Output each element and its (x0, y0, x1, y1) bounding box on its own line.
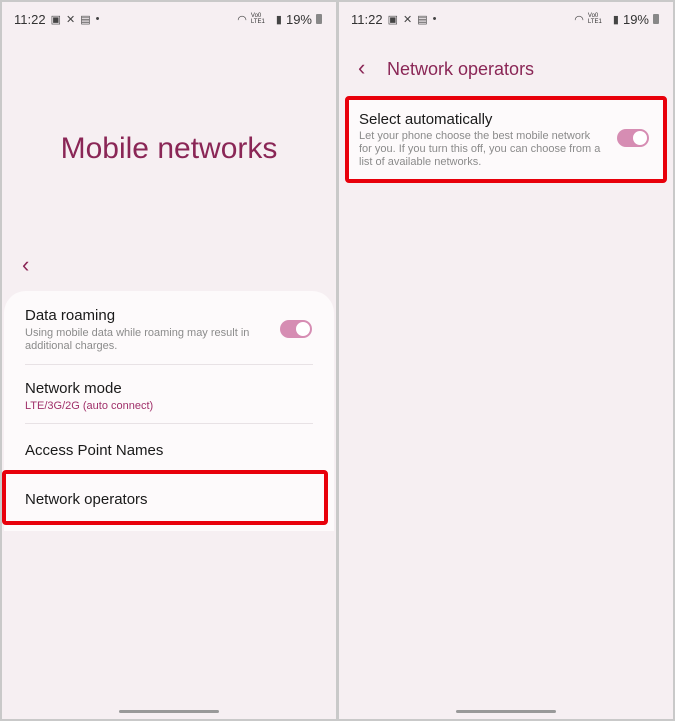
battery-percent: 19% (285, 11, 312, 27)
network-mode-item[interactable]: Network mode LTE/3G/2G (auto connect) (25, 380, 313, 412)
volte-icon: Vo0 LTE1 (250, 13, 265, 25)
wifi-icon: ◠ (574, 13, 584, 26)
notes-icon: ▤ (80, 13, 91, 26)
back-button[interactable]: ‹ (22, 252, 29, 278)
item-title: Access Point Names (25, 442, 164, 459)
page-title: Network operators (387, 59, 535, 79)
battery-icon (653, 14, 659, 24)
home-indicator[interactable] (456, 710, 556, 713)
volte-icon: Vo0 LTE1 (587, 13, 602, 25)
network-operators-screen: 11:22 ▣ ✕ ▤ • ◠ Vo0 LTE1 ▮ 19% ‹ Network op… (339, 2, 673, 719)
divider (25, 364, 313, 365)
back-button[interactable]: ‹ (358, 55, 365, 81)
missed-call-icon: ✕ (402, 13, 413, 26)
status-time: 11:22 (351, 11, 383, 27)
item-value: LTE/3G/2G (auto connect) (25, 400, 154, 412)
gallery-icon: ▣ (387, 13, 398, 26)
wifi-icon: ◠ (237, 13, 247, 26)
status-bar: 11:22 ▣ ✕ ▤ • ◠ Vo0 LTE1 ▮ 19% (14, 10, 322, 28)
highlight-box (345, 96, 667, 183)
data-roaming-toggle[interactable] (280, 320, 312, 338)
notes-icon: ▤ (417, 13, 428, 26)
highlight-box (2, 470, 328, 525)
page-title: Mobile networks (60, 132, 278, 165)
data-roaming-item[interactable]: Data roaming Using mobile data while roa… (25, 307, 274, 353)
access-point-names-item[interactable]: Access Point Names (25, 442, 313, 459)
signal-icon: ▮ (612, 13, 619, 26)
missed-call-icon: ✕ (65, 13, 76, 26)
home-indicator[interactable] (119, 710, 219, 713)
dot-icon: • (95, 13, 100, 25)
battery-percent: 19% (622, 11, 649, 27)
dot-icon: • (432, 13, 437, 25)
item-title: Data roaming (25, 307, 116, 324)
divider (25, 423, 313, 424)
signal-icon: ▮ (275, 13, 282, 26)
item-desc: Using mobile data while roaming may resu… (25, 327, 250, 352)
item-title: Network mode (25, 380, 122, 397)
status-time: 11:22 (14, 11, 46, 27)
gallery-icon: ▣ (50, 13, 61, 26)
battery-icon (316, 14, 322, 24)
status-bar: 11:22 ▣ ✕ ▤ • ◠ Vo0 LTE1 ▮ 19% (351, 10, 659, 28)
mobile-networks-screen: 11:22 ▣ ✕ ▤ • ◠ Vo0 LTE1 ▮ 19% Mobile netwo… (2, 2, 336, 719)
